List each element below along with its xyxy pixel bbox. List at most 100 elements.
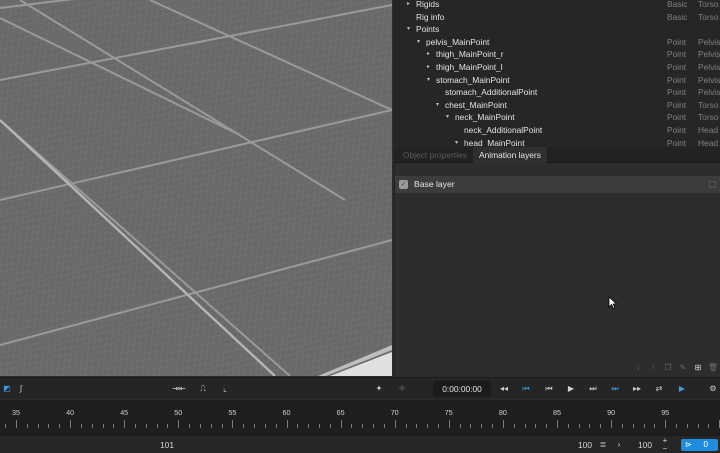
tree-item-label: stomach_MainPoint — [436, 74, 510, 85]
ruler-minor-tick — [492, 424, 494, 428]
range-start-field[interactable]: 100 — [578, 436, 592, 453]
object-hierarchy[interactable]: ▸ Rigids Basic Torso Rig info Basic Tors… — [395, 0, 720, 147]
tree-row-head-mainpoint[interactable]: ▾ head_MainPoint Point Head — [395, 137, 720, 147]
next-key-icon[interactable]: ⏭ — [609, 381, 621, 397]
chevron-right-icon[interactable]: › — [614, 439, 624, 451]
tree-row-rig-info[interactable]: Rig info Basic Torso — [395, 11, 720, 24]
list-icon[interactable]: ≣ — [598, 439, 608, 451]
tree-item-type: Basic — [667, 11, 688, 22]
tab-animation-layers[interactable]: Animation layers — [473, 147, 547, 163]
animation-layers-panel[interactable]: ✓ Base layer ↓ ↑ ❐ ✎ ⊞ 🗑 — [395, 164, 720, 376]
move-up-icon[interactable]: ↑ — [647, 362, 659, 374]
tree-item-part: Torso — [698, 11, 719, 22]
ruler-major-tick — [502, 420, 504, 428]
ruler-label: 40 — [66, 408, 75, 417]
next-frame-icon[interactable]: ⏭ — [587, 381, 599, 397]
collapse-arrow-icon[interactable]: ▾ — [446, 111, 449, 124]
play-speed-icon[interactable]: ▶ — [675, 381, 689, 397]
tree-item-part: Head — [698, 137, 719, 147]
timeline-ruler[interactable]: 35 40 45 50 55 60 65 70 75 80 85 90 95 — [0, 400, 720, 435]
gear-icon[interactable]: ⚙ — [706, 381, 720, 397]
ruler-minor-tick — [589, 424, 591, 428]
mouse-cursor-icon — [608, 296, 618, 309]
ruler-major-tick — [232, 420, 234, 428]
playback-speed-field[interactable]: ⊳ 0 — [681, 439, 718, 451]
playback-speed-value: 0 — [703, 440, 708, 449]
curve-editor-icon[interactable]: ∫ — [14, 381, 28, 397]
trash-icon[interactable]: 🗑 — [707, 362, 719, 374]
current-frame-label: 101 — [160, 440, 174, 450]
tree-item-label: Points — [416, 24, 440, 35]
ruler-minor-tick — [210, 424, 212, 428]
3d-viewport[interactable] — [0, 0, 392, 376]
layer-name: Base layer — [414, 179, 455, 189]
loop-icon[interactable]: ⇄ — [652, 381, 666, 397]
tree-row-stomach-additionalpoint[interactable]: stomach_AdditionalPoint Point Pelvis — [395, 86, 720, 99]
ruler-minor-tick — [102, 424, 104, 428]
key-filter-icon[interactable]: ◩ — [2, 381, 12, 397]
collapse-arrow-icon[interactable]: ▾ — [427, 74, 430, 87]
tree-row-thigh-mainpoint-l[interactable]: ▸ thigh_MainPoint_l Point Pelvis — [395, 61, 720, 74]
ruler-minor-tick — [264, 424, 266, 428]
ruler-minor-tick — [470, 424, 472, 428]
ruler-minor-tick — [275, 424, 277, 428]
ruler-minor-tick — [535, 424, 537, 428]
ruler-major-tick — [178, 420, 180, 428]
tree-item-label: chest_MainPoint — [445, 99, 507, 110]
ruler-minor-tick — [632, 424, 634, 428]
ruler-label: 65 — [336, 408, 345, 417]
ruler-major-tick — [448, 420, 450, 428]
collapse-arrow-icon[interactable]: ▾ — [407, 23, 410, 36]
edit-icon[interactable]: ✎ — [677, 362, 689, 374]
ruler-minor-tick — [199, 424, 201, 428]
add-layer-icon[interactable]: ⊞ — [692, 362, 704, 374]
minus-icon[interactable]: − — [660, 444, 670, 453]
expand-arrow-icon[interactable]: ▸ — [427, 61, 430, 74]
collapse-arrow-icon[interactable]: ▾ — [455, 137, 458, 147]
play-icon[interactable]: ▶ — [565, 381, 577, 397]
step-interpolation-icon[interactable]: ⎍ — [194, 381, 212, 397]
tree-row-chest-mainpoint[interactable]: ▾ chest_MainPoint Point Torso — [395, 99, 720, 112]
range-end-field[interactable]: 100 — [638, 436, 652, 453]
time-display[interactable]: 0:00:00:00 — [433, 381, 491, 397]
timeline-range-bar: 101 100 ≣ › 100 + − ⊳ 0 — [0, 435, 720, 453]
layer-row-base[interactable]: ✓ Base layer — [395, 176, 720, 193]
fit-range-icon[interactable]: ⇥⇤ — [167, 381, 191, 397]
tree-row-rigids[interactable]: ▸ Rigids Basic Torso — [395, 0, 720, 11]
tree-row-stomach-mainpoint[interactable]: ▾ stomach_MainPoint Point Pelvis — [395, 74, 720, 87]
tree-item-type: Point — [667, 62, 687, 72]
collapse-arrow-icon[interactable]: ▾ — [417, 36, 420, 49]
ruler-minor-tick — [546, 424, 548, 428]
right-panel: ▸ Rigids Basic Torso Rig info Basic Tors… — [394, 0, 720, 376]
rewind-icon[interactable]: ◂◂ — [498, 381, 510, 397]
expand-arrow-icon[interactable]: ▸ — [427, 48, 430, 61]
layer-enabled-checkbox[interactable]: ✓ — [399, 180, 408, 189]
prev-key-icon[interactable]: ⏮ — [520, 381, 532, 397]
ruler-minor-tick — [654, 424, 656, 428]
tree-row-points[interactable]: ▾ Points — [395, 23, 720, 36]
prev-frame-icon[interactable]: ⏮ — [543, 381, 555, 397]
transform-gizmo-icon[interactable]: ✛ — [395, 381, 409, 397]
tree-row-thigh-mainpoint-r[interactable]: ▸ thigh_MainPoint_r Point Pelvis — [395, 48, 720, 61]
snap-key-icon[interactable]: ⌞ — [218, 381, 232, 397]
ruler-minor-tick — [578, 424, 580, 428]
fast-forward-icon[interactable]: ▸▸ — [630, 381, 644, 397]
ruler-minor-tick — [243, 424, 245, 428]
lock-icon[interactable] — [709, 181, 716, 188]
duplicate-icon[interactable]: ❐ — [662, 362, 674, 374]
collapse-arrow-icon[interactable]: ▾ — [436, 99, 439, 112]
layers-toolbar: ↓ ↑ ❐ ✎ ⊞ 🗑 — [632, 362, 719, 374]
ruler-minor-tick — [524, 424, 526, 428]
tab-object-properties[interactable]: Object properties — [397, 147, 473, 163]
tree-row-pelvis-mainpoint[interactable]: ▾ pelvis_MainPoint Point Pelvis — [395, 36, 720, 49]
ruler-minor-tick — [329, 424, 331, 428]
auto-key-icon[interactable]: ✦ — [372, 381, 386, 397]
ruler-major-tick — [16, 420, 17, 428]
move-down-icon[interactable]: ↓ — [632, 362, 644, 374]
tree-row-neck-mainpoint[interactable]: ▾ neck_MainPoint Point Torso — [395, 111, 720, 124]
tree-item-type: Point — [667, 112, 687, 123]
ruler-label: 45 — [120, 408, 129, 417]
expand-arrow-icon[interactable]: ▸ — [407, 0, 410, 11]
ruler-label: 50 — [174, 408, 183, 417]
tree-row-neck-additionalpoint[interactable]: neck_AdditionalPoint Point Head — [395, 124, 720, 137]
